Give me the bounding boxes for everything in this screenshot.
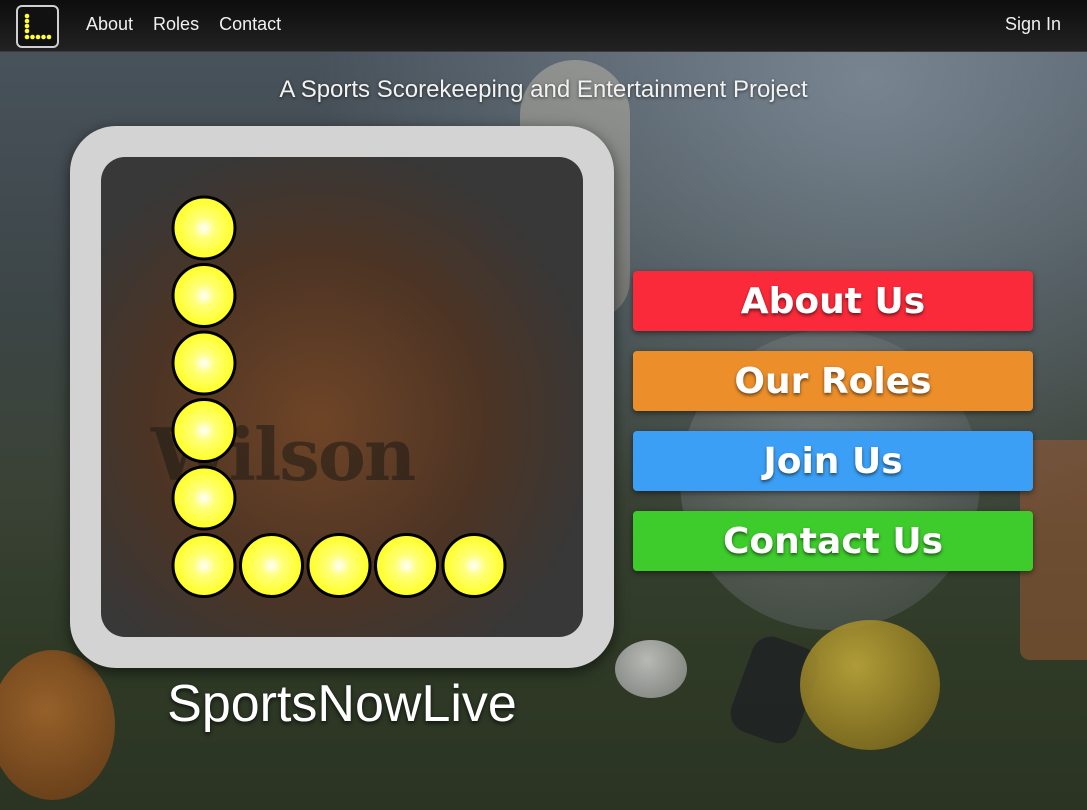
brand-name: SportsNowLive: [167, 675, 517, 733]
golf-ball-background: [615, 640, 687, 698]
logo-dot: [171, 533, 237, 598]
logo-dot: [171, 465, 237, 531]
top-navbar: About Roles Contact Sign In: [0, 0, 1087, 52]
our-roles-button[interactable]: Our Roles: [633, 351, 1033, 411]
logo-dot: [171, 330, 237, 396]
logo-dot: [239, 533, 304, 598]
dot-l-logo-icon: [24, 13, 52, 40]
join-us-button[interactable]: Join Us: [633, 431, 1033, 491]
logo-dot: [171, 195, 237, 261]
logo-dot: [171, 263, 237, 328]
nav-link-contact[interactable]: Contact: [219, 14, 281, 35]
logo-card-inner: Wilson: [101, 157, 583, 637]
nav-link-roles[interactable]: Roles: [153, 14, 199, 35]
logo-dot: [171, 398, 237, 463]
tennis-ball-background: [800, 620, 940, 750]
nav-link-about[interactable]: About: [86, 14, 133, 35]
tagline: A Sports Scorekeeping and Entertainment …: [279, 76, 808, 103]
home-logo-link[interactable]: [16, 5, 59, 48]
about-us-button[interactable]: About Us: [633, 271, 1033, 331]
logo-dot: [441, 533, 507, 598]
logo-card: Wilson: [70, 126, 614, 668]
logo-dot: [306, 533, 372, 598]
contact-us-button[interactable]: Contact Us: [633, 511, 1033, 571]
logo-dot: [374, 533, 439, 598]
nav-links: About Roles Contact: [86, 14, 281, 35]
sign-in-link[interactable]: Sign In: [1005, 14, 1061, 35]
dot-matrix-l-icon: [171, 195, 507, 598]
